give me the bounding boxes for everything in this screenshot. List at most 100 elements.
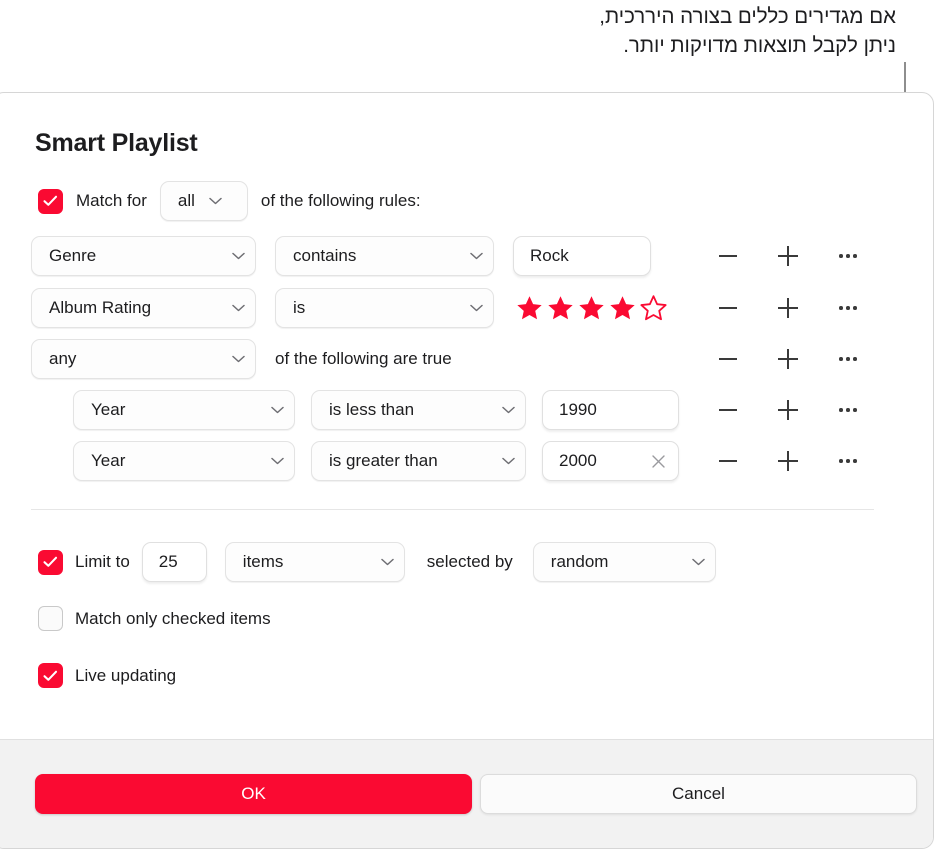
rule-field-dropdown[interactable]: Genre — [31, 236, 256, 276]
match-suffix-label: of the following rules: — [260, 191, 421, 210]
rule-field-dropdown[interactable]: Year — [73, 441, 295, 481]
chevron-down-icon — [220, 252, 245, 260]
star-outline-icon[interactable] — [640, 295, 667, 321]
match-prefix-label: Match for — [76, 191, 147, 210]
chevron-down-icon — [458, 304, 483, 312]
chevron-down-icon — [259, 406, 284, 414]
match-only-checked-checkbox[interactable] — [38, 606, 63, 631]
rule-operator-value: contains — [293, 246, 357, 265]
cancel-button[interactable]: Cancel — [480, 774, 917, 814]
rating-stars[interactable] — [516, 295, 667, 321]
star-filled-icon[interactable] — [516, 295, 543, 321]
rule-operator-value: is greater than — [329, 451, 438, 470]
group-scope-dropdown[interactable]: any — [31, 339, 256, 379]
minus-icon — [719, 460, 737, 462]
minus-icon — [719, 307, 737, 309]
rule-field-value: Year — [91, 451, 126, 470]
chevron-down-icon — [490, 457, 515, 465]
chevron-down-icon — [220, 355, 245, 363]
smart-playlist-dialog: Smart Playlist Match for all of the foll… — [0, 92, 934, 849]
live-updating-label: Live updating — [75, 665, 177, 685]
remove-rule-button[interactable] — [711, 342, 745, 376]
rule-field-dropdown[interactable]: Year — [73, 390, 295, 430]
rule-value-input[interactable]: Rock — [513, 236, 651, 276]
rule-operator-dropdown[interactable]: is greater than — [311, 441, 526, 481]
star-filled-icon[interactable] — [609, 295, 636, 321]
match-checkbox[interactable] — [38, 188, 63, 214]
match-only-checked-label: Match only checked items — [75, 608, 271, 628]
minus-icon — [719, 358, 737, 360]
rule-value-input[interactable]: 1990 — [542, 390, 679, 430]
add-rule-button[interactable] — [771, 342, 805, 376]
rule-operator-dropdown[interactable]: contains — [275, 236, 494, 276]
rule-row-actions — [711, 288, 865, 328]
limit-unit-dropdown[interactable]: items — [224, 542, 405, 582]
ellipsis-icon — [839, 254, 857, 258]
add-rule-button[interactable] — [771, 291, 805, 325]
rule-field-dropdown[interactable]: Album Rating — [31, 288, 256, 328]
limit-amount-input[interactable]: 25 — [141, 542, 207, 582]
dialog-body: Smart Playlist Match for all of the foll… — [0, 93, 933, 741]
rule-value-text: 1990 — [559, 400, 597, 419]
minus-icon — [719, 409, 737, 411]
clear-value-button[interactable] — [641, 454, 666, 469]
limit-label: Limit to — [75, 552, 130, 571]
more-options-button[interactable] — [831, 291, 865, 325]
remove-rule-button[interactable] — [711, 393, 745, 427]
checkmark-icon — [43, 670, 58, 681]
limit-unit-value: items — [242, 552, 284, 571]
star-filled-icon[interactable] — [547, 295, 574, 321]
chevron-down-icon — [220, 304, 245, 312]
match-scope-dropdown[interactable]: all — [159, 181, 248, 221]
live-updating-row: Live updating — [38, 663, 176, 688]
rule-operator-value: is — [293, 298, 306, 317]
group-suffix-label: of the following are true — [275, 349, 452, 368]
remove-rule-button[interactable] — [711, 444, 745, 478]
rule-row: Album Rating is — [31, 288, 667, 328]
more-options-button[interactable] — [831, 239, 865, 273]
plus-icon — [778, 298, 798, 318]
chevron-down-icon — [458, 252, 483, 260]
nested-rule-row: Year is less than 1990 — [73, 390, 679, 430]
rule-value-input[interactable]: 2000 — [542, 441, 679, 481]
remove-rule-button[interactable] — [711, 291, 745, 325]
ellipsis-icon — [839, 459, 857, 463]
selected-by-dropdown[interactable]: random — [532, 542, 716, 582]
more-options-button[interactable] — [831, 342, 865, 376]
plus-icon — [778, 400, 798, 420]
rule-operator-dropdown[interactable]: is — [275, 288, 494, 328]
ellipsis-icon — [839, 306, 857, 310]
rule-operator-value: is less than — [329, 400, 415, 419]
chevron-down-icon — [680, 558, 705, 566]
rule-row: Genre contains Rock — [31, 236, 651, 276]
add-rule-button[interactable] — [771, 239, 805, 273]
remove-rule-button[interactable] — [711, 239, 745, 273]
rule-row-actions — [711, 236, 865, 276]
ellipsis-icon — [839, 408, 857, 412]
match-scope-row: Match for all of the following rules: — [38, 181, 421, 221]
live-updating-checkbox[interactable] — [38, 663, 63, 688]
match-scope-value: all — [177, 191, 195, 210]
add-rule-button[interactable] — [771, 393, 805, 427]
plus-icon — [778, 246, 798, 266]
limit-checkbox[interactable] — [38, 549, 63, 575]
checkmark-icon — [43, 195, 58, 206]
rule-operator-dropdown[interactable]: is less than — [311, 390, 526, 430]
ok-button[interactable]: OK — [35, 774, 472, 814]
selected-by-label: selected by — [426, 552, 513, 571]
dialog-footer: OK Cancel — [0, 739, 933, 848]
rule-row-actions — [711, 441, 865, 481]
more-options-button[interactable] — [831, 444, 865, 478]
rule-field-value: Album Rating — [49, 298, 152, 317]
rule-row-actions — [711, 339, 865, 379]
chevron-down-icon — [209, 197, 222, 205]
star-filled-icon[interactable] — [578, 295, 605, 321]
limit-option-row: Limit to 25 items selected by random — [38, 542, 716, 582]
match-only-checked-row: Match only checked items — [38, 606, 271, 631]
close-icon — [652, 454, 665, 468]
rule-row-actions — [711, 390, 865, 430]
selected-by-value: random — [550, 552, 609, 571]
more-options-button[interactable] — [831, 393, 865, 427]
annotation-callout-text: אם מגדירים כללים בצורה היררכית, ניתן לקב… — [599, 5, 896, 57]
add-rule-button[interactable] — [771, 444, 805, 478]
